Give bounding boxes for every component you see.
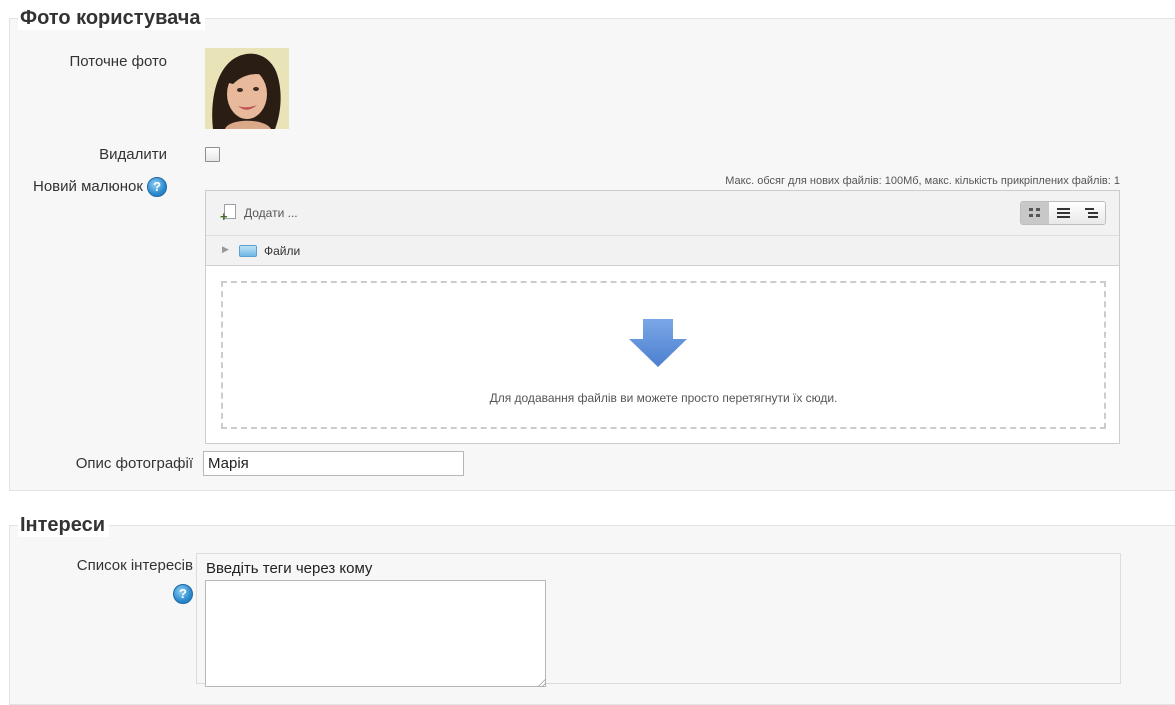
help-icon[interactable]: ? [173, 584, 193, 604]
add-file-button[interactable]: + Додати ... [220, 204, 298, 223]
tags-caption: Введіть теги через кому [206, 560, 373, 577]
new-picture-label: Новий малюнок ? [33, 177, 168, 197]
grid-icon[interactable] [1021, 202, 1049, 224]
file-manager: + Додати ... ▶ Файли Для додавання файлі… [205, 190, 1120, 444]
add-file-icon: + [220, 204, 236, 223]
files-folder-label: Файли [264, 244, 301, 258]
add-file-label: Додати ... [244, 206, 298, 220]
user-photo-legend: Фото користувача [18, 6, 205, 30]
list-icon[interactable] [1049, 202, 1077, 224]
new-picture-label-text: Новий малюнок [33, 177, 143, 195]
drag-and-drop-hint: Для додавання файлів ви можете просто пе… [489, 391, 838, 405]
photo-description-input[interactable] [203, 451, 464, 476]
tree-icon[interactable] [1077, 202, 1105, 224]
folder-icon [239, 245, 257, 257]
help-icon[interactable]: ? [147, 177, 168, 197]
upload-limits-text: Макс. обсяг для нових файлів: 100Мб, мак… [725, 175, 1120, 187]
interests-textarea[interactable] [205, 580, 546, 687]
view-mode-switcher [1020, 201, 1106, 225]
interests-list-label: Список інтересів [76, 557, 193, 574]
interests-legend: Інтереси [18, 513, 110, 537]
expand-arrow-icon[interactable]: ▶ [222, 244, 229, 255]
file-manager-path[interactable]: ▶ Файли [206, 236, 1119, 266]
photo-description-label: Опис фотографії [75, 455, 193, 472]
delete-label: Видалити [99, 146, 167, 163]
tags-box: Введіть теги через кому [196, 553, 1121, 687]
drop-arrow-icon [629, 319, 687, 367]
current-photo-label: Поточне фото [69, 53, 167, 70]
current-photo-image [205, 48, 289, 129]
file-manager-toolbar: + Додати ... [206, 191, 1119, 236]
delete-photo-checkbox[interactable] [205, 147, 220, 162]
avatar-portrait [205, 48, 289, 129]
drag-and-drop-area[interactable]: Для додавання файлів ви можете просто пе… [221, 281, 1106, 429]
resize-grip-icon[interactable] [538, 679, 546, 687]
